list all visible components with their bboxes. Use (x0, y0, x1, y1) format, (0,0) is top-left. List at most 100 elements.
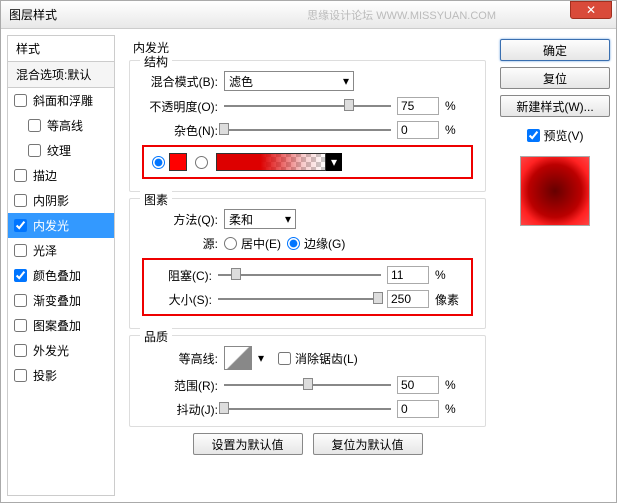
choke-label: 阻塞(C): (152, 267, 212, 284)
cancel-button[interactable]: 复位 (500, 67, 610, 89)
noise-input[interactable] (397, 121, 439, 139)
sidebar-item-9[interactable]: 图案叠加 (8, 313, 114, 338)
choke-input[interactable] (387, 266, 429, 284)
chevron-down-icon[interactable]: ▾ (258, 351, 264, 365)
sidebar-checkbox[interactable] (14, 94, 27, 107)
sidebar-subheader[interactable]: 混合选项:默认 (8, 62, 114, 88)
method-label: 方法(Q): (142, 211, 218, 228)
noise-slider[interactable] (224, 123, 391, 137)
set-defaults-button[interactable]: 设置为默认值 (193, 433, 303, 455)
choke-slider[interactable] (218, 268, 381, 282)
sidebar-item-3[interactable]: 描边 (8, 163, 114, 188)
range-slider[interactable] (224, 378, 391, 392)
titlebar[interactable]: 图层样式 思缘设计论坛 WWW.MISSYUAN.COM ✕ (1, 1, 616, 29)
chevron-down-icon: ▾ (285, 212, 291, 226)
group-quality-title: 品质 (140, 328, 172, 345)
gradient-option[interactable] (195, 156, 208, 169)
range-unit: % (445, 378, 473, 392)
jitter-label: 抖动(J): (142, 401, 218, 418)
sidebar-item-10[interactable]: 外发光 (8, 338, 114, 363)
ok-button[interactable]: 确定 (500, 39, 610, 61)
group-structure-title: 结构 (140, 53, 172, 70)
sidebar-checkbox[interactable] (14, 169, 27, 182)
group-quality: 品质 等高线: ▾ 消除锯齿(L) 范围(R): % 抖动(J): (129, 335, 486, 427)
sidebar-item-7[interactable]: 颜色叠加 (8, 263, 114, 288)
sidebar-item-label: 投影 (33, 367, 57, 384)
sidebar-header: 样式 (8, 36, 114, 62)
sidebar: 样式 混合选项:默认 斜面和浮雕等高线纹理描边内阴影内发光光泽颜色叠加渐变叠加图… (7, 35, 115, 496)
size-slider[interactable] (218, 292, 381, 306)
sidebar-item-2[interactable]: 纹理 (8, 138, 114, 163)
sidebar-item-label: 渐变叠加 (33, 292, 81, 309)
blend-mode-select[interactable]: 滤色 ▾ (224, 71, 354, 91)
sidebar-item-label: 光泽 (33, 242, 57, 259)
sidebar-item-0[interactable]: 斜面和浮雕 (8, 88, 114, 113)
sidebar-checkbox[interactable] (28, 144, 41, 157)
antialias-checkbox[interactable]: 消除锯齿(L) (278, 350, 358, 367)
gradient-swatch[interactable] (216, 153, 326, 171)
choke-unit: % (435, 268, 463, 282)
content: 样式 混合选项:默认 斜面和浮雕等高线纹理描边内阴影内发光光泽颜色叠加渐变叠加图… (1, 29, 616, 502)
highlight-choke-size: 阻塞(C): % 大小(S): 像素 (142, 258, 473, 316)
sidebar-item-6[interactable]: 光泽 (8, 238, 114, 263)
noise-label: 杂色(N): (142, 122, 218, 139)
source-edge-radio[interactable]: 边缘(G) (287, 235, 345, 252)
opacity-slider[interactable] (224, 99, 391, 113)
sidebar-checkbox[interactable] (14, 244, 27, 257)
right-panel: 确定 复位 新建样式(W)... 预览(V) (500, 35, 610, 496)
size-label: 大小(S): (152, 291, 212, 308)
method-select[interactable]: 柔和 ▾ (224, 209, 296, 229)
source-label: 源: (142, 235, 218, 252)
close-button[interactable]: ✕ (570, 1, 612, 19)
opacity-label: 不透明度(O): (142, 98, 218, 115)
close-icon: ✕ (586, 3, 596, 17)
size-unit: 像素 (435, 291, 463, 308)
layer-style-dialog: 图层样式 思缘设计论坛 WWW.MISSYUAN.COM ✕ 样式 混合选项:默… (0, 0, 617, 503)
group-elements-title: 图素 (140, 191, 172, 208)
opacity-input[interactable] (397, 97, 439, 115)
sidebar-checkbox[interactable] (14, 344, 27, 357)
size-input[interactable] (387, 290, 429, 308)
panel-title: 内发光 (129, 39, 486, 56)
source-center-radio[interactable]: 居中(E) (224, 235, 281, 252)
solid-color-option[interactable] (152, 153, 187, 171)
gradient-picker[interactable]: ▾ (216, 153, 342, 171)
sidebar-checkbox[interactable] (28, 119, 41, 132)
sidebar-item-4[interactable]: 内阴影 (8, 188, 114, 213)
preview-swatch (520, 156, 590, 226)
opacity-unit: % (445, 99, 473, 113)
preview-label: 预览(V) (544, 127, 584, 144)
chevron-down-icon: ▾ (343, 74, 349, 88)
chevron-down-icon[interactable]: ▾ (326, 153, 342, 171)
group-elements: 图素 方法(Q): 柔和 ▾ 源: 居中(E) 边缘(G) 阻塞(C): (129, 198, 486, 329)
sidebar-checkbox[interactable] (14, 269, 27, 282)
sidebar-item-label: 内发光 (33, 217, 69, 234)
new-style-button[interactable]: 新建样式(W)... (500, 95, 610, 117)
sidebar-item-label: 内阴影 (33, 192, 69, 209)
main-panel: 内发光 结构 混合模式(B): 滤色 ▾ 不透明度(O): % (121, 35, 494, 496)
sidebar-item-5[interactable]: 内发光 (8, 213, 114, 238)
sidebar-item-label: 外发光 (33, 342, 69, 359)
range-label: 范围(R): (142, 377, 218, 394)
noise-unit: % (445, 123, 473, 137)
range-input[interactable] (397, 376, 439, 394)
jitter-slider[interactable] (224, 402, 391, 416)
contour-picker[interactable] (224, 346, 252, 370)
sidebar-checkbox[interactable] (14, 319, 27, 332)
sidebar-item-label: 等高线 (47, 117, 83, 134)
sidebar-item-label: 纹理 (47, 142, 71, 159)
sidebar-item-1[interactable]: 等高线 (8, 113, 114, 138)
sidebar-item-label: 颜色叠加 (33, 267, 81, 284)
watermark: 思缘设计论坛 WWW.MISSYUAN.COM (307, 7, 496, 23)
sidebar-checkbox[interactable] (14, 294, 27, 307)
blend-mode-label: 混合模式(B): (142, 73, 218, 90)
sidebar-item-11[interactable]: 投影 (8, 363, 114, 388)
sidebar-checkbox[interactable] (14, 369, 27, 382)
solid-swatch[interactable] (169, 153, 187, 171)
sidebar-checkbox[interactable] (14, 219, 27, 232)
reset-defaults-button[interactable]: 复位为默认值 (313, 433, 423, 455)
preview-checkbox[interactable] (527, 129, 540, 142)
sidebar-checkbox[interactable] (14, 194, 27, 207)
sidebar-item-8[interactable]: 渐变叠加 (8, 288, 114, 313)
jitter-input[interactable] (397, 400, 439, 418)
